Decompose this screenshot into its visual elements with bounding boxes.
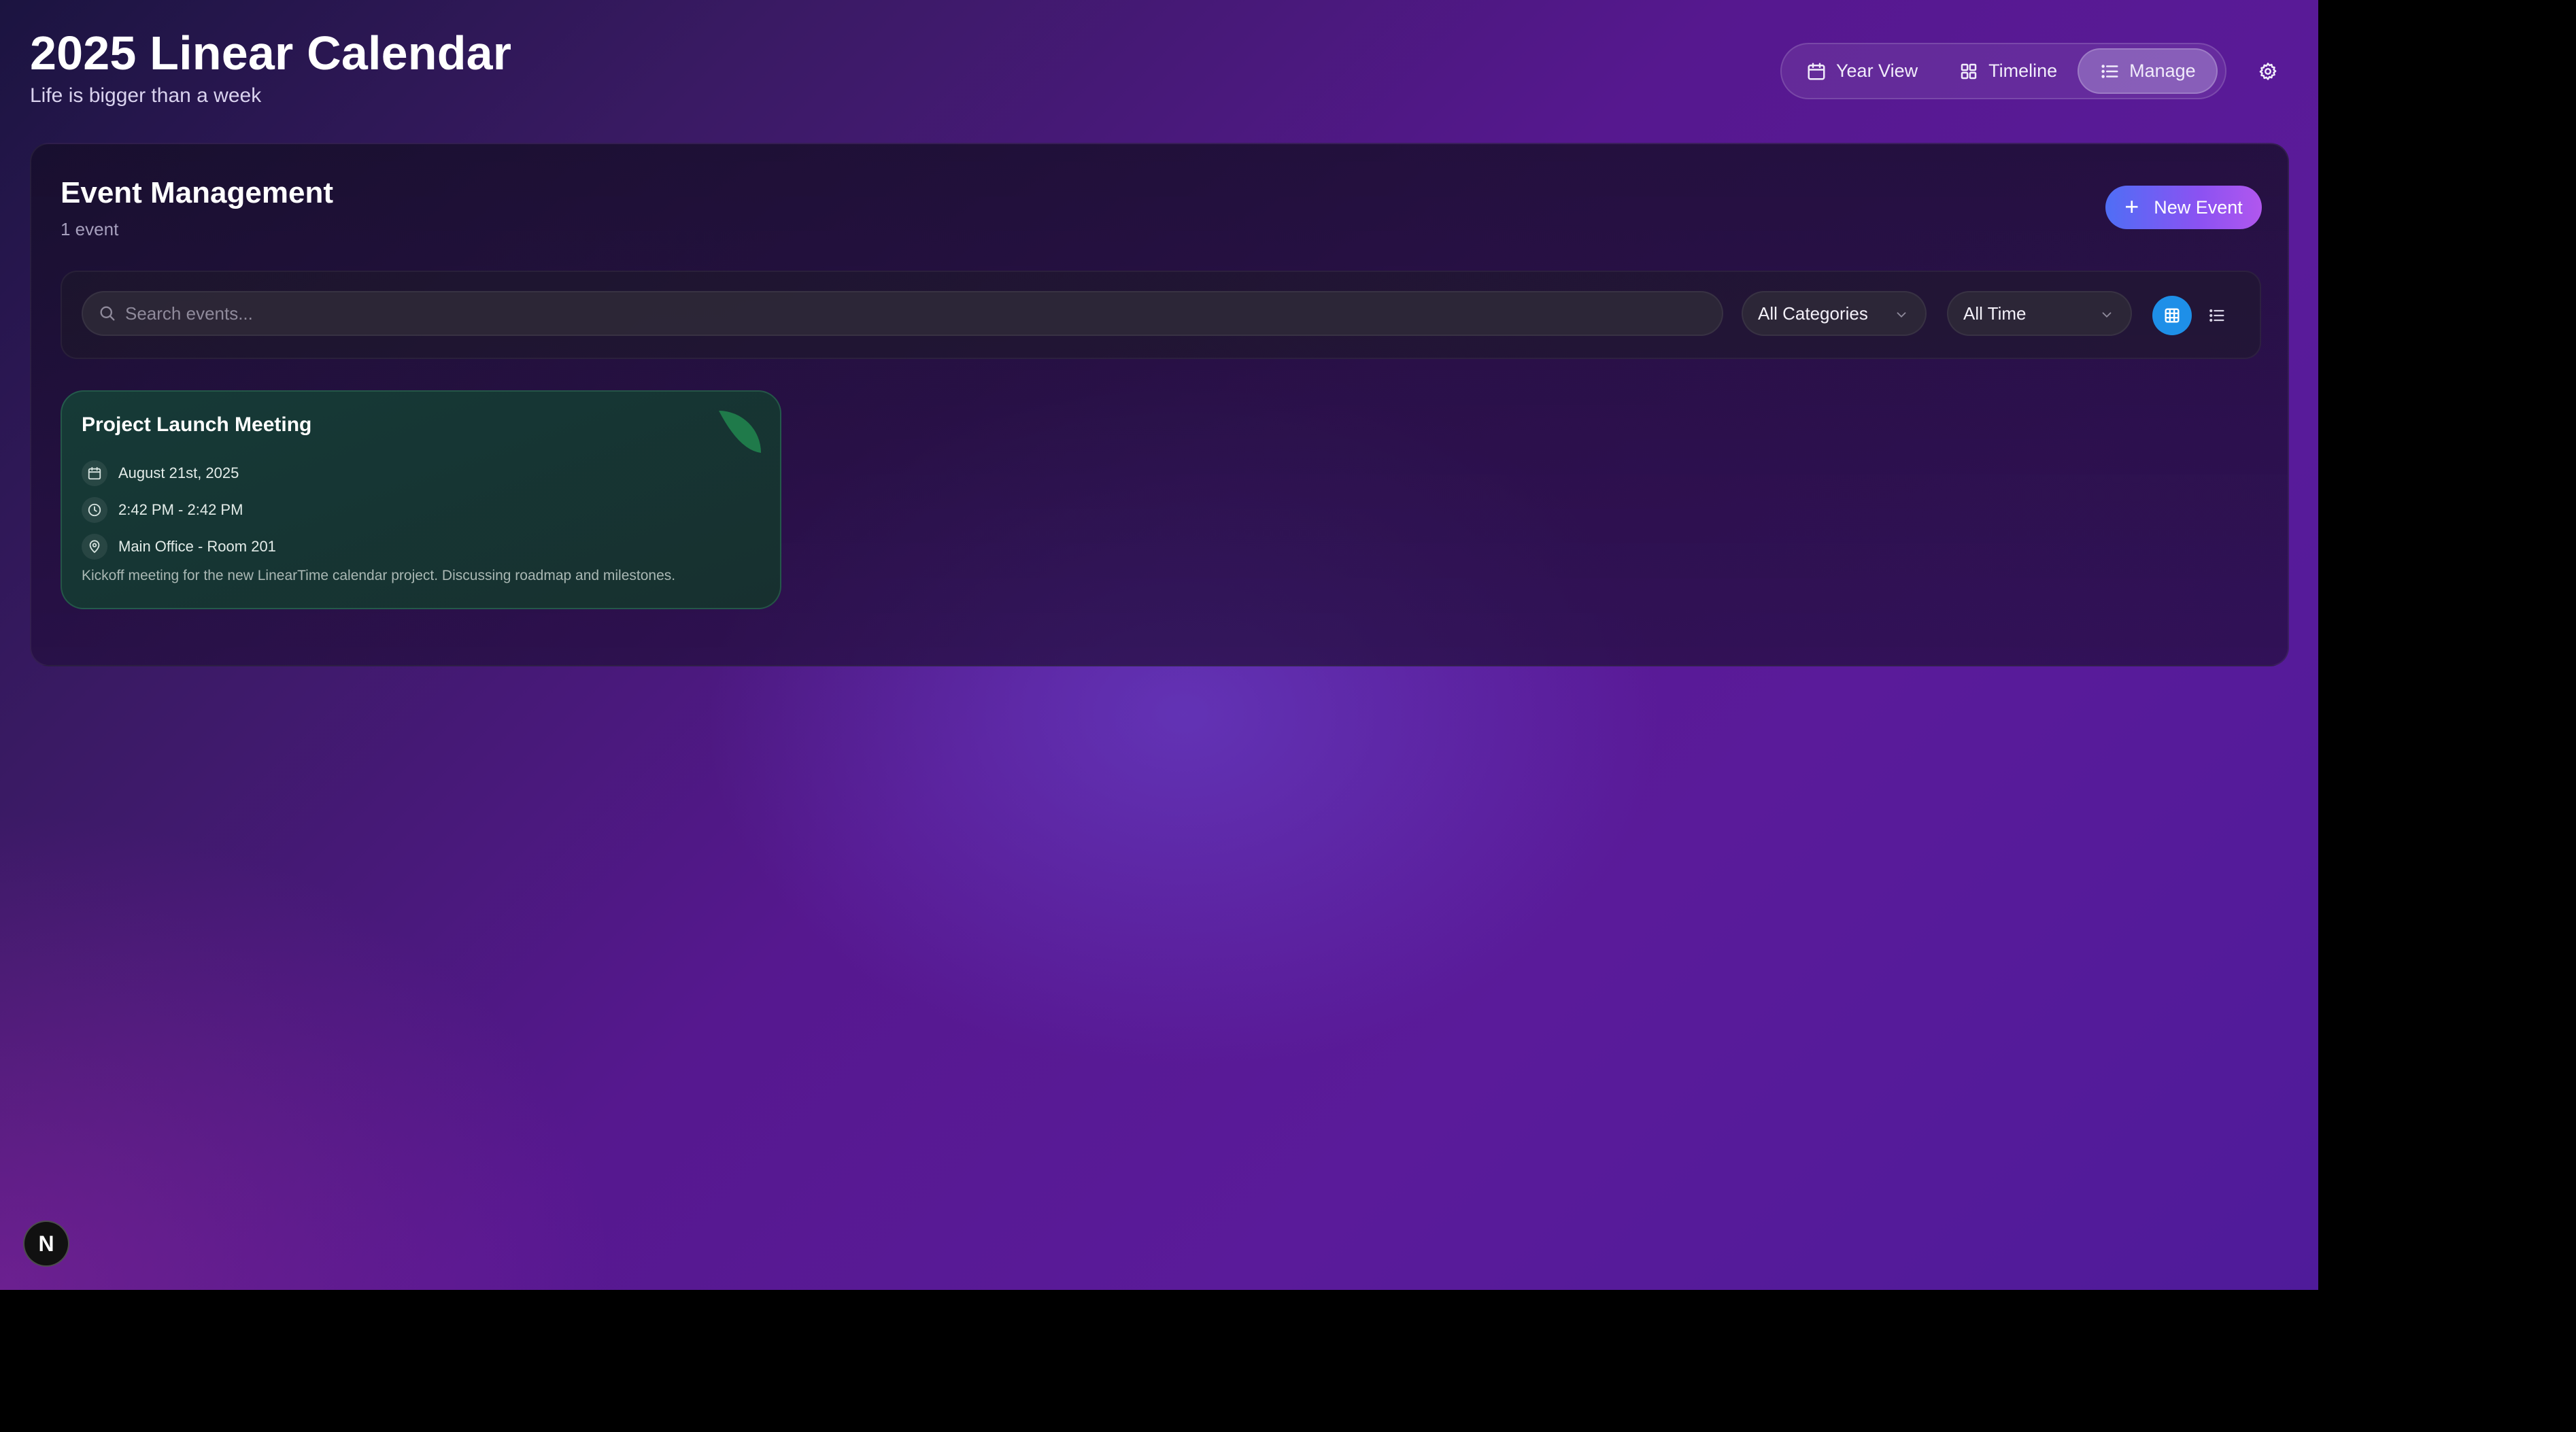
tab-manage[interactable]: Manage	[2078, 48, 2218, 94]
event-location-row: Main Office - Room 201	[82, 534, 276, 560]
list-icon	[2209, 309, 2224, 322]
list-icon	[2101, 64, 2118, 78]
plus-icon: +	[2124, 192, 2139, 220]
table-grid-icon	[2165, 308, 2180, 323]
event-time: 2:42 PM - 2:42 PM	[118, 501, 243, 518]
page-title: 2025 Linear Calendar	[30, 27, 512, 80]
grid-view-toggle[interactable]	[2152, 296, 2192, 335]
event-time-row: 2:42 PM - 2:42 PM	[82, 497, 243, 523]
gear-icon	[2259, 63, 2277, 80]
search-box	[82, 291, 1723, 336]
app-window: 2025 Linear Calendar Life is bigger than…	[0, 0, 2318, 1290]
search-icon	[100, 306, 115, 321]
clock-icon	[82, 497, 107, 523]
tab-manage-label: Manage	[2129, 61, 2196, 81]
category-select[interactable]: All Categories	[1742, 291, 1927, 336]
settings-button[interactable]	[2254, 57, 2282, 86]
calendar-icon	[82, 460, 107, 486]
panel-title: Event Management	[61, 176, 333, 209]
time-select[interactable]: All Time	[1947, 291, 2132, 336]
filter-bar: All Categories All Time	[61, 271, 2261, 359]
category-select-value: All Categories	[1758, 303, 1868, 324]
view-switcher: Year View Timeline Manage	[1780, 43, 2226, 99]
page-subtitle: Life is bigger than a week	[30, 84, 262, 107]
tab-timeline[interactable]: Timeline	[1938, 48, 2078, 94]
grid-icon	[1961, 63, 1977, 79]
tab-timeline-label: Timeline	[1988, 61, 2058, 81]
event-location: Main Office - Room 201	[118, 538, 276, 555]
chevron-down-icon	[2102, 312, 2112, 318]
tab-year-view[interactable]: Year View	[1786, 48, 1938, 94]
event-title: Project Launch Meeting	[82, 413, 312, 436]
dev-tools-badge[interactable]: N	[23, 1221, 69, 1267]
badge-label: N	[38, 1231, 54, 1256]
new-event-button[interactable]: + New Event	[2105, 186, 2262, 229]
category-color-marker	[719, 411, 761, 453]
event-date-row: August 21st, 2025	[82, 460, 239, 486]
tab-year-view-label: Year View	[1836, 61, 1918, 81]
event-description: Kickoff meeting for the new LinearTime c…	[82, 568, 676, 583]
map-pin-icon	[82, 534, 107, 560]
search-input[interactable]	[125, 303, 1689, 324]
event-management-panel: Event Management 1 event + New Event All…	[30, 143, 2289, 666]
list-view-toggle[interactable]	[2197, 296, 2237, 335]
event-date: August 21st, 2025	[118, 464, 239, 481]
event-count: 1 event	[61, 219, 119, 239]
new-event-label: New Event	[2154, 197, 2243, 218]
time-select-value: All Time	[1963, 303, 2027, 324]
chevron-down-icon	[1897, 312, 1906, 318]
event-card[interactable]: Project Launch Meeting August 21st, 2025…	[61, 390, 781, 609]
calendar-icon	[1808, 63, 1825, 80]
